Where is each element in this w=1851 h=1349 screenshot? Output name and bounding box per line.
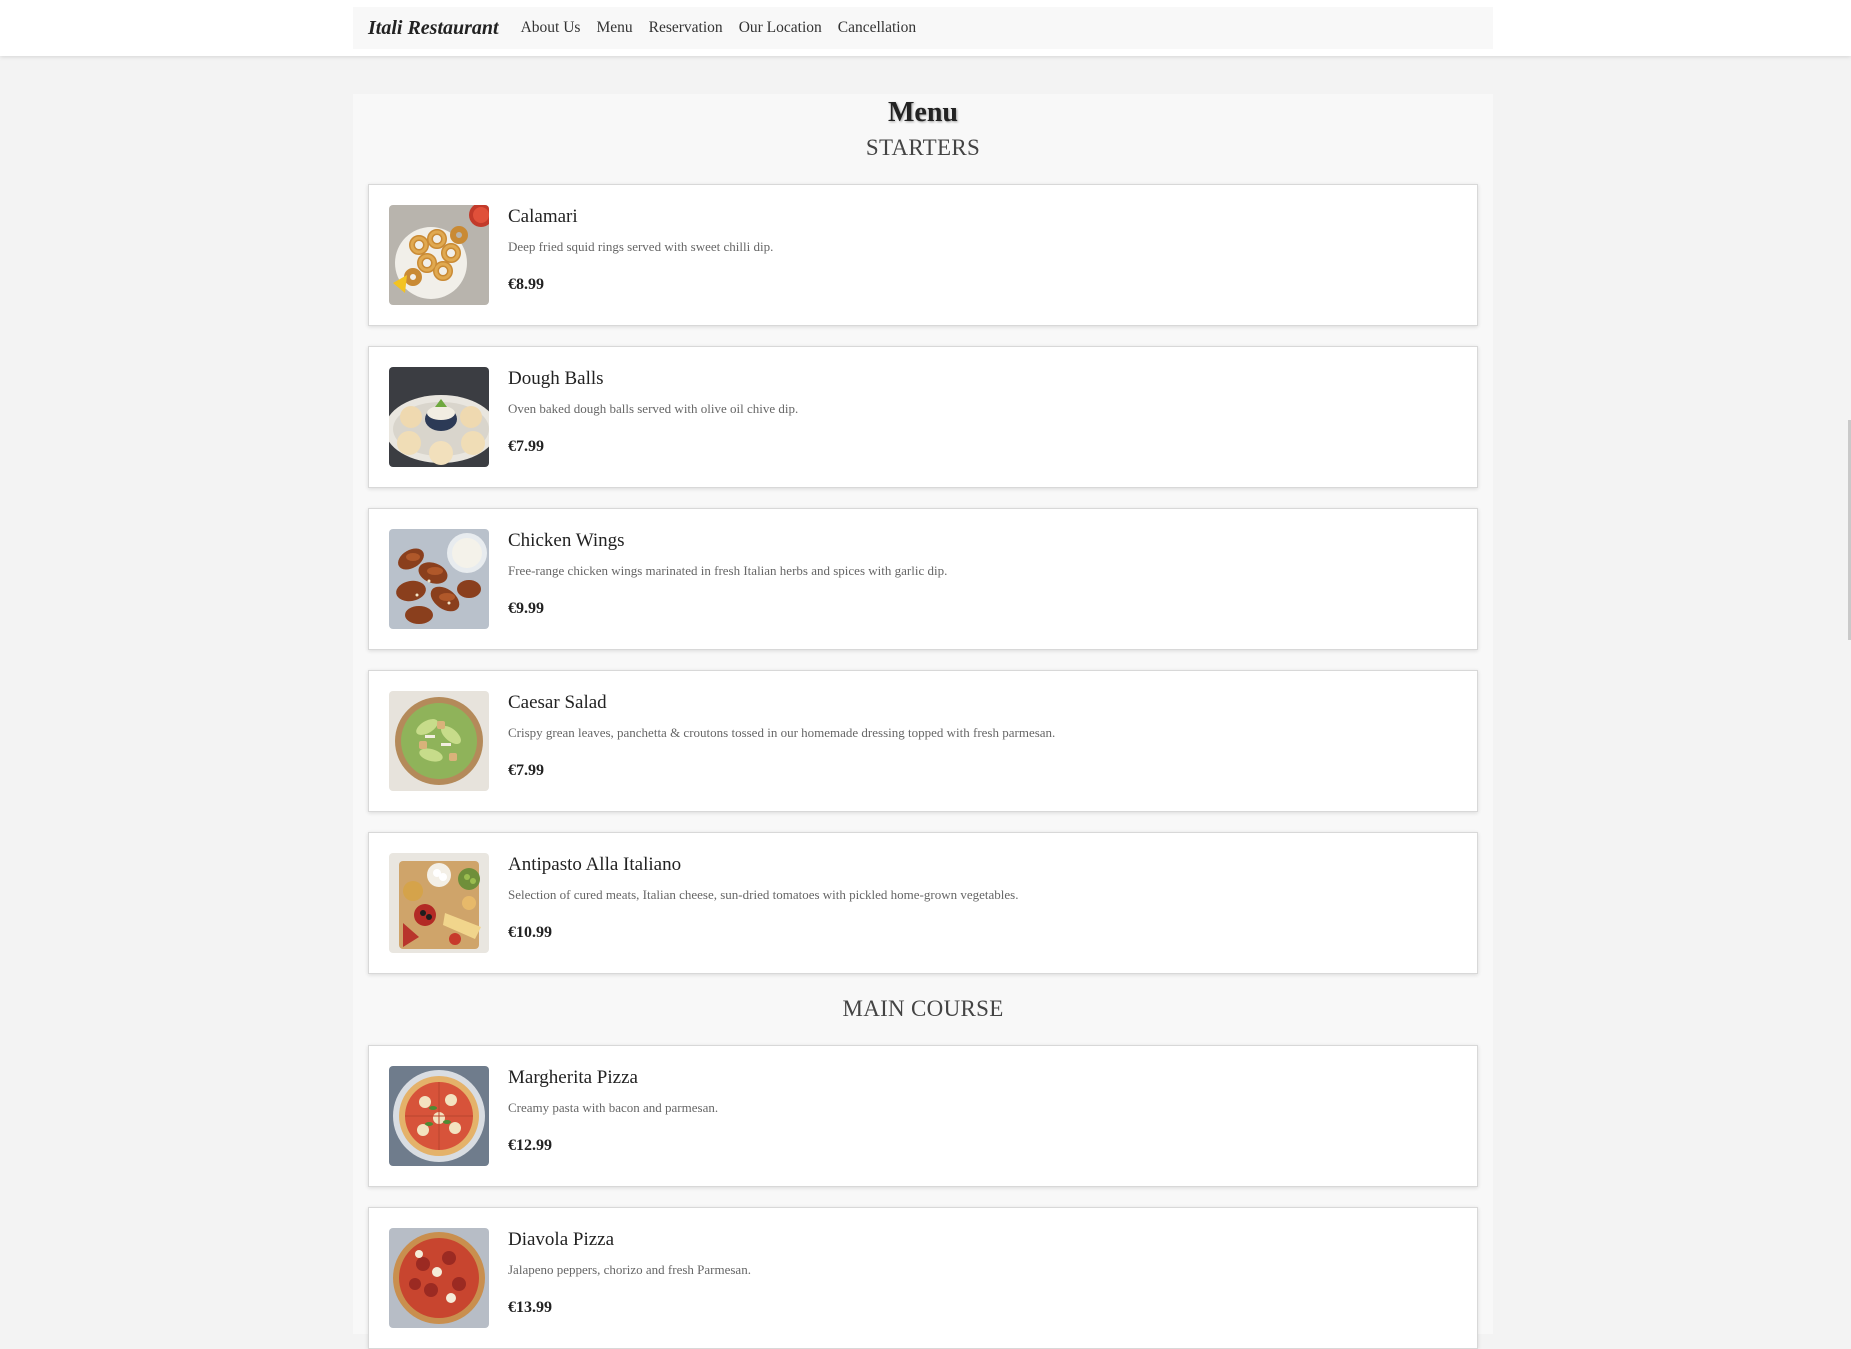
menu-item-name: Antipasto Alla Italiano xyxy=(508,854,682,875)
menu-item-price: €7.99 xyxy=(508,762,544,779)
menu-item-body: Caesar Salad Crispy grean leaves, panche… xyxy=(508,691,1055,781)
menu-item-description: Deep fried squid rings served with sweet… xyxy=(508,239,774,254)
menu-item-card[interactable]: Dough Balls Oven baked dough balls serve… xyxy=(368,346,1478,488)
menu-item-price: €10.99 xyxy=(508,924,552,941)
margherita-pizza-photo xyxy=(389,1066,489,1166)
dough-balls-photo xyxy=(389,367,489,467)
chicken-wings-photo xyxy=(389,529,489,629)
brand-logo[interactable]: Itali Restaurant xyxy=(368,17,499,40)
menu-item-name: Caesar Salad xyxy=(508,692,607,713)
menu-item-price: €9.99 xyxy=(508,600,544,617)
menu-item-description: Oven baked dough balls served with olive… xyxy=(508,401,799,416)
menu-item-card[interactable]: Calamari Deep fried squid rings served w… xyxy=(368,184,1478,326)
menu-item-description: Crispy grean leaves, panchetta & crouton… xyxy=(508,725,1056,740)
menu-item-card[interactable]: Diavola Pizza Jalapeno peppers, chorizo … xyxy=(368,1207,1478,1349)
menu-item-name: Margherita Pizza xyxy=(508,1067,638,1088)
menu-item-body: Dough Balls Oven baked dough balls serve… xyxy=(508,367,798,457)
menu-item-name: Calamari xyxy=(508,206,578,227)
top-bar: Itali Restaurant About Us Menu Reservati… xyxy=(0,0,1851,56)
menu-item-body: Antipasto Alla Italiano Selection of cur… xyxy=(508,853,1018,943)
nav-link-our-location[interactable]: Our Location xyxy=(739,19,822,37)
menu-item-price: €8.99 xyxy=(508,276,544,293)
menu-item-description: Jalapeno peppers, chorizo and fresh Parm… xyxy=(508,1262,751,1277)
menu-item-card[interactable]: Margherita Pizza Creamy pasta with bacon… xyxy=(368,1045,1478,1187)
menu-item-description: Selection of cured meats, Italian cheese… xyxy=(508,887,1019,902)
caesar-salad-photo xyxy=(389,691,489,791)
nav-link-reservation[interactable]: Reservation xyxy=(649,19,723,37)
menu-item-price: €12.99 xyxy=(508,1137,552,1154)
nav-link-menu[interactable]: Menu xyxy=(596,19,632,37)
section-title-main-course: MAIN COURSE xyxy=(842,996,1004,1021)
antipasto-photo xyxy=(389,853,489,953)
diavola-pizza-photo xyxy=(389,1228,489,1328)
navbar: Itali Restaurant About Us Menu Reservati… xyxy=(353,7,1493,49)
menu-item-body: Diavola Pizza Jalapeno peppers, chorizo … xyxy=(508,1228,751,1318)
menu-item-card[interactable]: Chicken Wings Free-range chicken wings m… xyxy=(368,508,1478,650)
menu-item-card[interactable]: Caesar Salad Crispy grean leaves, panche… xyxy=(368,670,1478,812)
menu-item-body: Margherita Pizza Creamy pasta with bacon… xyxy=(508,1066,718,1156)
menu-item-price: €13.99 xyxy=(508,1299,552,1316)
menu-item-body: Chicken Wings Free-range chicken wings m… xyxy=(508,529,947,619)
main-course-list: Margherita Pizza Creamy pasta with bacon… xyxy=(353,1045,1493,1349)
menu-item-description: Creamy pasta with bacon and parmesan. xyxy=(508,1100,719,1115)
menu-container: Menu STARTERS Calamari Deep fried squid … xyxy=(353,94,1493,1349)
menu-item-name: Chicken Wings xyxy=(508,530,625,551)
page-title: Menu xyxy=(888,97,958,128)
calamari-photo xyxy=(389,205,489,305)
nav-link-cancellation[interactable]: Cancellation xyxy=(838,19,916,37)
menu-item-body: Calamari Deep fried squid rings served w… xyxy=(508,205,773,295)
menu-item-name: Diavola Pizza xyxy=(508,1229,615,1250)
menu-item-price: €7.99 xyxy=(508,438,544,455)
menu-item-description: Free-range chicken wings marinated in fr… xyxy=(508,563,948,578)
nav-link-about-us[interactable]: About Us xyxy=(521,19,581,37)
section-title-starters: STARTERS xyxy=(865,135,981,160)
menu-item-name: Dough Balls xyxy=(508,368,604,389)
starters-list: Calamari Deep fried squid rings served w… xyxy=(353,184,1493,974)
menu-item-card[interactable]: Antipasto Alla Italiano Selection of cur… xyxy=(368,832,1478,974)
